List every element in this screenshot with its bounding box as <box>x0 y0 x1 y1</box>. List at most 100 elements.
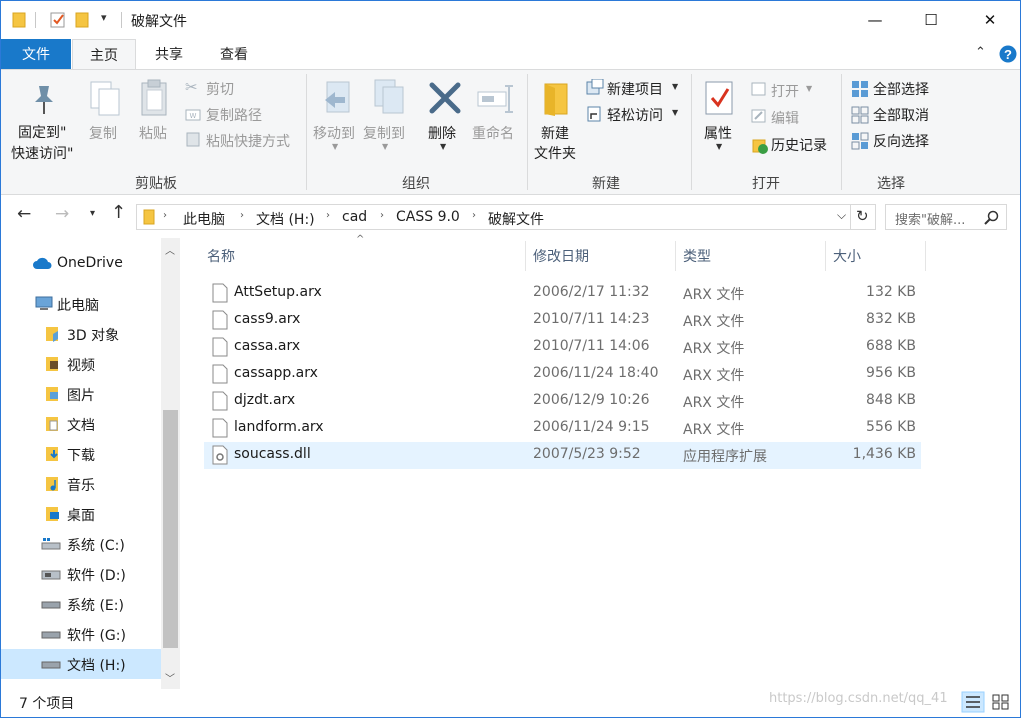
maximize-button[interactable]: ☐ <box>908 1 954 39</box>
file-row[interactable]: cassa.arx 2010/7/11 14:06 ARX 文件 688 KB <box>204 334 921 361</box>
breadcrumb-drive-h[interactable]: 文档 (H:) <box>256 209 315 229</box>
nav-scrollbar[interactable]: ︿ ﹀ <box>161 238 180 689</box>
invert-selection-button[interactable]: 反向选择 <box>873 131 929 151</box>
nav-drive-c[interactable]: 系统 (C:) <box>1 529 161 559</box>
nav-drive-e[interactable]: 系统 (E:) <box>1 589 161 619</box>
column-date[interactable]: 修改日期 <box>533 241 589 271</box>
music-icon <box>46 477 58 491</box>
tab-view[interactable]: 查看 <box>202 39 266 69</box>
collapse-ribbon-icon[interactable]: ⌃ <box>975 45 986 60</box>
breadcrumb-current[interactable]: 破解文件 <box>488 209 544 229</box>
edit-button[interactable]: 编辑 <box>771 108 799 128</box>
search-icon[interactable] <box>984 210 999 225</box>
nav-drive-h[interactable]: 文档 (H:) <box>1 649 161 679</box>
file-name: djzdt.arx <box>234 392 296 408</box>
back-button[interactable]: ← <box>17 204 31 224</box>
nav-videos[interactable]: 视频 <box>1 349 161 379</box>
copy-button[interactable]: 复制 <box>89 123 117 143</box>
delete-dropdown-icon: ▼ <box>440 142 447 151</box>
recent-locations-button[interactable]: ▾ <box>90 208 95 219</box>
breadcrumb-separator-icon: › <box>326 210 330 221</box>
nav-documents[interactable]: 文档 <box>1 409 161 439</box>
paste-button[interactable]: 粘贴 <box>139 123 167 143</box>
column-size[interactable]: 大小 <box>833 241 861 271</box>
nav-onedrive[interactable]: OneDrive <box>1 249 161 279</box>
copy-to-button[interactable]: 复制到 <box>363 123 405 143</box>
file-date: 2010/7/11 14:06 <box>533 338 650 354</box>
pin-quick-access-button[interactable]: 固定到" <box>18 122 66 142</box>
address-bar[interactable]: › 此电脑 › 文档 (H:) › cad › CASS 9.0 › 破解文件 … <box>136 204 876 230</box>
new-item-button[interactable]: 新建项目 <box>607 79 663 99</box>
new-folder-button[interactable]: 新建 <box>541 123 569 143</box>
file-icon <box>212 391 228 411</box>
scroll-up-icon[interactable]: ︿ <box>165 242 175 257</box>
select-none-icon <box>851 106 869 124</box>
history-button[interactable]: 历史记录 <box>771 135 827 155</box>
address-dropdown-icon[interactable]: ⌵ <box>837 208 846 223</box>
file-row-selected[interactable]: soucass.dll 2007/5/23 9:52 应用程序扩展 1,436 … <box>204 442 921 469</box>
new-folder-quick-icon[interactable] <box>75 12 91 28</box>
nav-drive-d[interactable]: 软件 (D:) <box>1 559 161 589</box>
nav-desktop[interactable]: 桌面 <box>1 499 161 529</box>
rename-button[interactable]: 重命名 <box>472 123 514 143</box>
move-to-button[interactable]: 移动到 <box>313 123 355 143</box>
rename-icon <box>477 85 513 113</box>
select-none-button[interactable]: 全部取消 <box>873 105 929 125</box>
tab-share[interactable]: 共享 <box>138 39 200 69</box>
new-folder-icon <box>544 83 568 116</box>
nav-pictures[interactable]: 图片 <box>1 379 161 409</box>
tab-file[interactable]: 文件 <box>1 39 71 69</box>
select-all-icon <box>852 81 868 97</box>
file-row[interactable]: djzdt.arx 2006/12/9 10:26 ARX 文件 848 KB <box>204 388 921 415</box>
paste-shortcut-button[interactable]: 粘贴快捷方式 <box>206 131 290 151</box>
properties-button[interactable]: 属性 <box>704 123 732 143</box>
file-name: cass9.arx <box>234 311 301 327</box>
file-row[interactable]: cassapp.arx 2006/11/24 18:40 ARX 文件 956 … <box>204 361 921 388</box>
file-type: ARX 文件 <box>683 422 745 438</box>
details-view-icon[interactable] <box>961 691 985 713</box>
search-input[interactable]: 搜索"破解... <box>885 204 1007 230</box>
file-size: 556 KB <box>866 419 916 435</box>
easy-access-icon <box>587 106 601 122</box>
open-icon <box>751 82 766 96</box>
file-row[interactable]: AttSetup.arx 2006/2/17 11:32 ARX 文件 132 … <box>204 280 921 307</box>
breadcrumb-cass[interactable]: CASS 9.0 <box>396 209 460 225</box>
up-button[interactable]: ↑ <box>111 202 126 223</box>
large-icons-view-icon[interactable] <box>991 693 1011 711</box>
nav-label: 桌面 <box>67 508 95 524</box>
nav-this-pc[interactable]: 此电脑 <box>1 289 161 319</box>
delete-button[interactable]: 删除 <box>428 123 456 143</box>
minimize-button[interactable]: — <box>852 1 898 39</box>
select-all-button[interactable]: 全部选择 <box>873 79 929 99</box>
cut-button[interactable]: 剪切 <box>206 79 234 99</box>
customize-quick-access-icon[interactable]: ▾ <box>101 11 107 24</box>
file-type: ARX 文件 <box>683 368 745 384</box>
scrollbar-thumb[interactable] <box>163 410 178 648</box>
column-type[interactable]: 类型 <box>683 241 711 271</box>
nav-drive-g[interactable]: 软件 (G:) <box>1 619 161 649</box>
breadcrumb-cad[interactable]: cad <box>342 209 367 225</box>
scroll-down-icon[interactable]: ﹀ <box>165 670 175 685</box>
easy-access-button[interactable]: 轻松访问 <box>607 105 663 125</box>
tab-home[interactable]: 主页 <box>72 39 136 70</box>
file-row[interactable]: cass9.arx 2010/7/11 14:23 ARX 文件 832 KB <box>204 307 921 334</box>
nav-music[interactable]: 音乐 <box>1 469 161 499</box>
refresh-icon[interactable]: ↻ <box>856 207 869 225</box>
nav-label: 此电脑 <box>57 298 99 314</box>
drive-icon <box>41 631 61 639</box>
close-button[interactable]: ✕ <box>967 1 1013 39</box>
file-icon <box>212 337 228 357</box>
file-row[interactable]: landform.arx 2006/11/24 9:15 ARX 文件 556 … <box>204 415 921 442</box>
open-button[interactable]: 打开 <box>771 81 799 101</box>
help-icon[interactable]: ? <box>999 45 1017 63</box>
explorer-window: ▾ 破解文件 — ☐ ✕ 文件 主页 共享 查看 ⌃ ? 固定到" 快速访问" … <box>0 0 1021 718</box>
properties-quick-icon[interactable] <box>49 11 67 29</box>
file-icon <box>212 310 228 330</box>
forward-button[interactable]: → <box>55 204 69 224</box>
column-name[interactable]: 名称 <box>207 241 235 271</box>
nav-downloads[interactable]: 下载 <box>1 439 161 469</box>
breadcrumb-separator-icon: › <box>163 210 167 221</box>
copy-path-button[interactable]: 复制路径 <box>206 105 262 125</box>
breadcrumb-this-pc[interactable]: 此电脑 <box>183 209 225 229</box>
nav-3d-objects[interactable]: 3D 对象 <box>1 319 161 349</box>
